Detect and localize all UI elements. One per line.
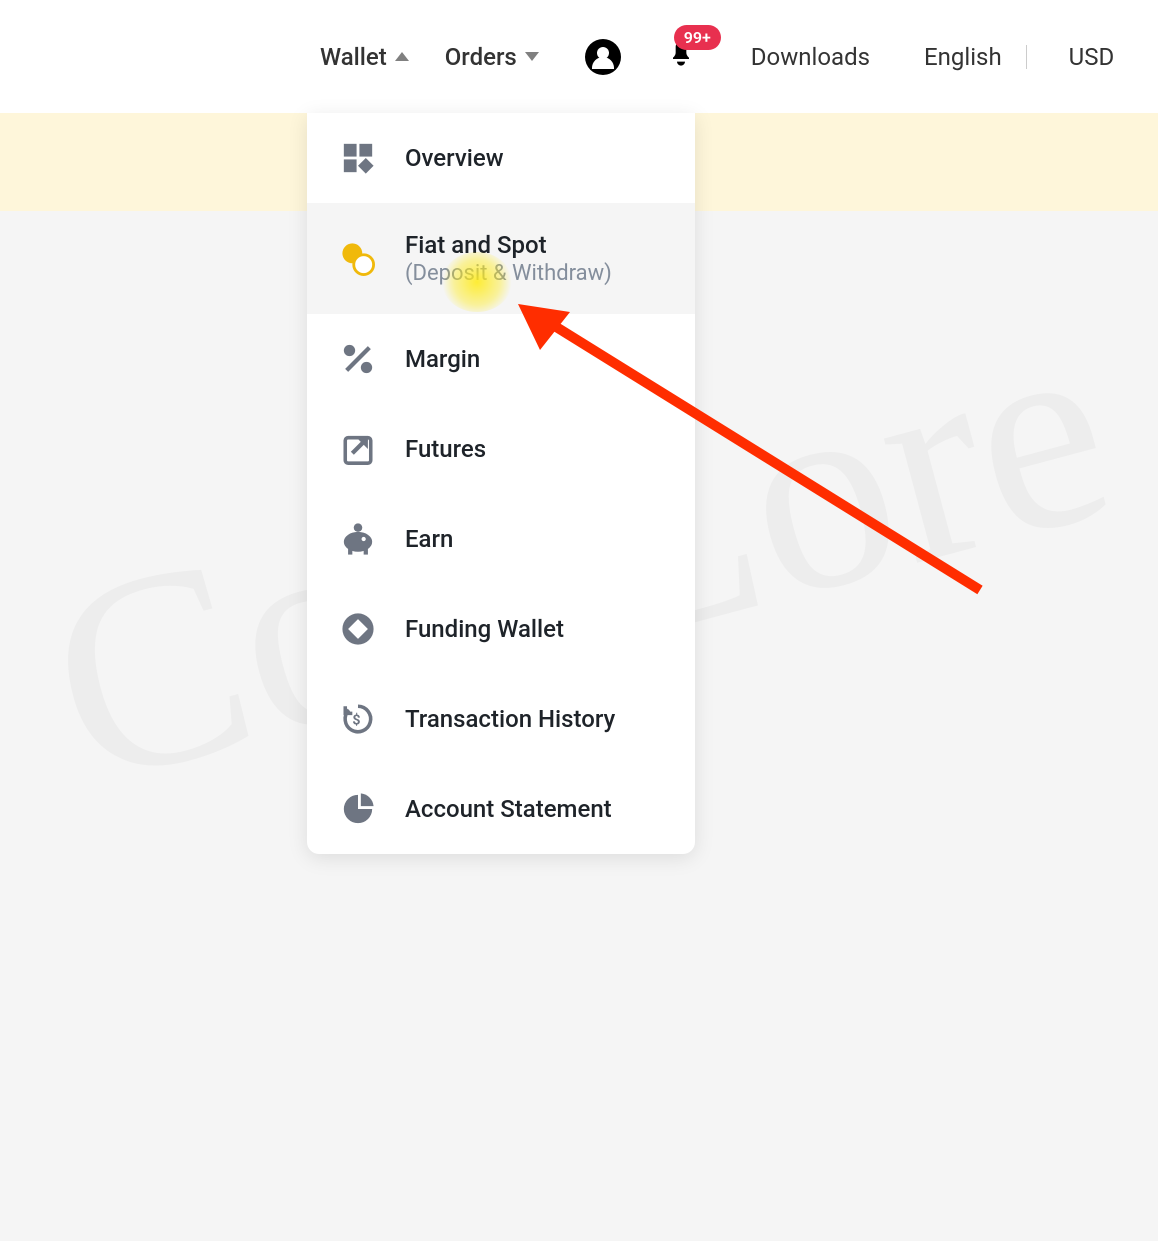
item-label: Account Statement [405, 795, 612, 823]
caret-down-icon [525, 52, 539, 61]
item-text: Fiat and Spot (Deposit & Withdraw) [405, 231, 612, 286]
notification-badge: 99+ [674, 25, 721, 50]
grid-icon [341, 141, 375, 175]
svg-text:$: $ [352, 712, 360, 729]
item-label: Earn [405, 525, 453, 553]
menu-item-earn[interactable]: Earn [307, 494, 695, 584]
diamond-circle-icon [341, 612, 375, 646]
item-label: Margin [405, 345, 480, 373]
history-icon: $ [341, 702, 375, 736]
item-label: Overview [405, 144, 504, 172]
notifications-button[interactable]: 99+ [665, 39, 697, 75]
header-nav: Wallet Orders 99+ Downloads English USD [0, 0, 1158, 113]
item-text: Overview [405, 144, 504, 172]
item-label: Funding Wallet [405, 615, 564, 643]
downloads-link[interactable]: Downloads [751, 43, 870, 71]
divider [1026, 45, 1027, 69]
menu-item-funding-wallet[interactable]: Funding Wallet [307, 584, 695, 674]
item-text: Transaction History [405, 705, 615, 733]
orders-dropdown-toggle[interactable]: Orders [445, 43, 539, 71]
pie-icon [341, 792, 375, 826]
caret-up-icon [395, 52, 409, 61]
menu-item-account-statement[interactable]: Account Statement [307, 764, 695, 854]
menu-item-transaction-history[interactable]: $ Transaction History [307, 674, 695, 764]
profile-icon[interactable] [585, 39, 621, 75]
language-selector[interactable]: English [924, 43, 1002, 71]
exchange-icon [341, 242, 375, 276]
wallet-label: Wallet [320, 43, 387, 71]
piggy-bank-icon [341, 522, 375, 556]
item-text: Futures [405, 435, 486, 463]
wallet-dropdown-menu: Overview Fiat and Spot (Deposit & Withdr… [307, 113, 695, 854]
item-sublabel: (Deposit & Withdraw) [405, 261, 612, 286]
item-text: Margin [405, 345, 480, 373]
item-text: Earn [405, 525, 453, 553]
item-text: Funding Wallet [405, 615, 564, 643]
wallet-dropdown-toggle[interactable]: Wallet [320, 43, 409, 71]
item-label: Fiat and Spot [405, 231, 612, 259]
percent-icon [341, 342, 375, 376]
menu-item-fiat-and-spot[interactable]: Fiat and Spot (Deposit & Withdraw) [307, 203, 695, 314]
menu-item-futures[interactable]: Futures [307, 404, 695, 494]
currency-selector[interactable]: USD [1069, 43, 1115, 71]
item-label: Futures [405, 435, 486, 463]
menu-item-margin[interactable]: Margin [307, 314, 695, 404]
menu-item-overview[interactable]: Overview [307, 113, 695, 203]
orders-label: Orders [445, 43, 517, 71]
chart-up-icon [341, 432, 375, 466]
item-text: Account Statement [405, 795, 612, 823]
item-label: Transaction History [405, 705, 615, 733]
